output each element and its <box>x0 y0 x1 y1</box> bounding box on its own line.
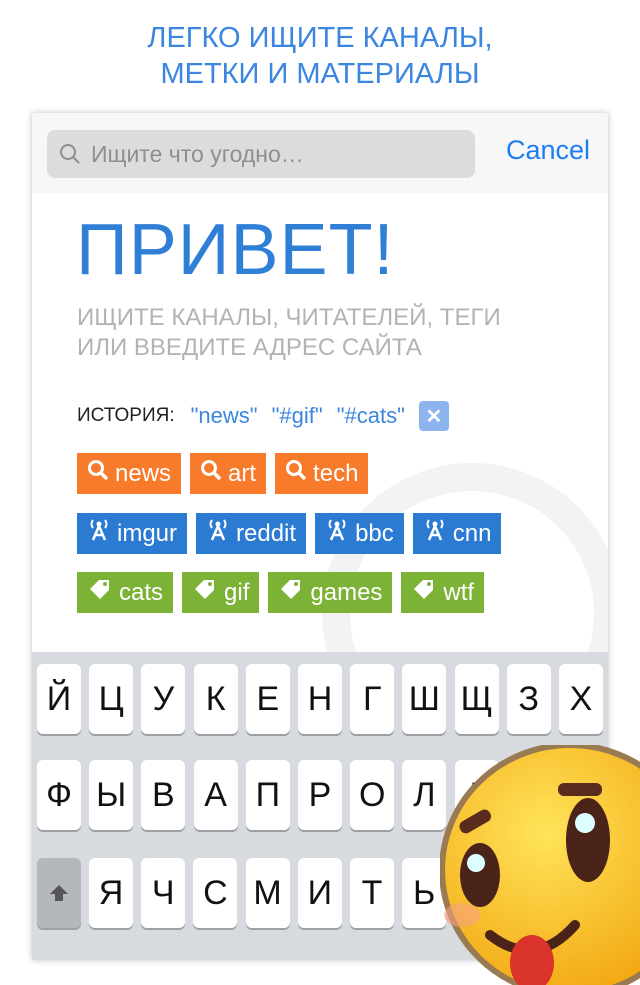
search-chip[interactable]: tech <box>275 453 369 494</box>
history-item[interactable]: "#cats" <box>337 403 405 429</box>
key[interactable]: В <box>141 760 186 830</box>
key[interactable]: Ш <box>402 664 447 734</box>
clear-history-button[interactable]: ✕ <box>418 401 449 431</box>
tag-chip[interactable]: gif <box>182 572 260 613</box>
key[interactable]: Ы <box>89 760 134 830</box>
antenna-icon <box>206 518 230 549</box>
feed-chip[interactable]: bbc <box>315 513 404 554</box>
key[interactable]: Т <box>350 858 394 928</box>
headline-line: МЕТКИ И МАТЕРИАЛЫ <box>160 58 480 90</box>
tag-chip[interactable]: games <box>268 572 393 613</box>
antenna-icon <box>87 518 111 549</box>
headline-line: ЛЕГКО ИЩИТЕ КАНАЛЫ, <box>147 22 493 54</box>
feed-chip[interactable]: reddit <box>196 513 307 554</box>
search-chip[interactable]: news <box>77 453 182 494</box>
subtitle-line: ИЛИ ВВЕДИТЕ АДРЕС САЙТА <box>77 334 422 361</box>
chip-label: bbc <box>355 519 394 547</box>
chip-label: games <box>310 578 383 606</box>
tag-icon <box>278 577 304 608</box>
key[interactable]: О <box>350 760 395 830</box>
cancel-button[interactable]: Cancel <box>506 135 590 166</box>
key[interactable]: Ц <box>89 664 134 734</box>
chip-label: news <box>115 459 172 487</box>
close-icon: ✕ <box>425 405 443 428</box>
history-label: ИСТОРИЯ: <box>77 405 175 426</box>
key[interactable]: А <box>193 760 238 830</box>
key[interactable]: Х <box>559 664 603 734</box>
chip-label: gif <box>224 578 250 606</box>
tag-chips: cats gif games wtf <box>77 572 485 613</box>
key[interactable]: И <box>297 858 342 928</box>
search-input[interactable]: Ищите что угодно… <box>47 130 475 178</box>
chip-label: cats <box>119 578 164 606</box>
key[interactable]: З <box>506 664 551 734</box>
headline: ЛЕГКО ИЩИТЕ КАНАЛЫ, МЕТКИ И МАТЕРИАЛЫ <box>0 20 640 92</box>
key[interactable]: К <box>193 664 238 734</box>
history: ИСТОРИЯ: "news" "#gif" "#cats" ✕ <box>77 401 449 431</box>
history-item[interactable]: "#gif" <box>272 403 323 429</box>
tag-icon <box>87 577 113 608</box>
tag-chip[interactable]: wtf <box>401 572 485 613</box>
search-icon <box>285 459 307 488</box>
antenna-icon <box>423 518 447 549</box>
tag-icon <box>411 577 437 608</box>
search-icon <box>60 144 80 164</box>
chip-label: art <box>228 459 257 487</box>
key[interactable]: Щ <box>454 664 499 734</box>
key[interactable]: Н <box>298 664 342 734</box>
search-placeholder: Ищите что угодно… <box>91 140 304 167</box>
search-icon <box>200 459 222 488</box>
chip-label: reddit <box>236 519 297 547</box>
key[interactable]: Е <box>245 664 290 734</box>
feed-chip[interactable]: imgur <box>77 513 188 554</box>
search-chips: news art tech <box>77 453 369 494</box>
subtitle: ИЩИТЕ КАНАЛЫ, ЧИТАТЕЛЕЙ, ТЕГИ ИЛИ ВВЕДИТ… <box>77 303 501 363</box>
emoji-face-decoration <box>440 745 640 985</box>
shift-arrow-icon <box>50 885 68 901</box>
subtitle-line: ИЩИТЕ КАНАЛЫ, ЧИТАТЕЛЕЙ, ТЕГИ <box>77 304 501 331</box>
key[interactable]: Я <box>89 858 133 928</box>
antenna-icon <box>325 518 349 549</box>
tag-icon <box>192 577 218 608</box>
key[interactable]: Р <box>298 760 342 830</box>
chip-label: tech <box>313 459 359 487</box>
key[interactable]: Г <box>350 664 395 734</box>
feed-chips: imgur reddit bbc cnn <box>77 513 502 554</box>
history-item[interactable]: "news" <box>191 403 258 429</box>
key[interactable]: М <box>245 858 290 928</box>
chip-label: cnn <box>452 519 492 547</box>
key[interactable]: Ч <box>141 858 186 928</box>
key[interactable]: С <box>193 858 238 928</box>
key[interactable]: Й <box>37 664 81 734</box>
feed-chip[interactable]: cnn <box>412 513 502 554</box>
tag-chip[interactable]: cats <box>77 572 174 613</box>
chip-label: imgur <box>117 519 178 547</box>
search-bar: Ищите что угодно… Cancel <box>32 113 608 193</box>
key[interactable]: Ф <box>37 760 81 830</box>
greeting-title: ПРИВЕТ! <box>76 210 395 290</box>
chip-label: wtf <box>443 578 475 606</box>
key[interactable]: П <box>245 760 290 830</box>
shift-key[interactable] <box>37 858 81 928</box>
key[interactable]: У <box>141 664 186 734</box>
search-chip[interactable]: art <box>190 453 267 494</box>
search-icon <box>87 459 109 488</box>
